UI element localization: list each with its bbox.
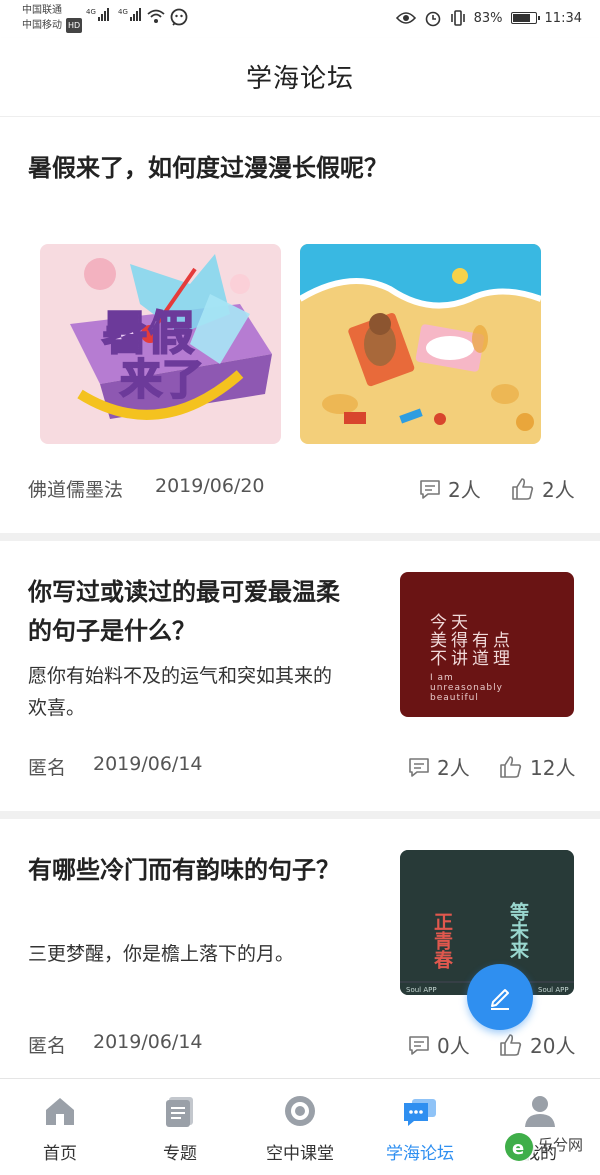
like-count[interactable]: 2人 bbox=[510, 474, 575, 503]
thumb-footer-right: Soul APP bbox=[538, 986, 569, 994]
post-card-3[interactable]: 有哪些冷门而有韵味的句子？ 三更梦醒，你是檐上落下的月。 正青春 等未来 Sou… bbox=[0, 819, 600, 1077]
wifi-icon bbox=[147, 9, 165, 23]
thumb-text-3: 不讲道理 bbox=[430, 649, 514, 669]
signal-1-icon: 4G bbox=[86, 8, 109, 21]
status-right: 83% 11:34 bbox=[395, 9, 582, 27]
thumb-en-2: unreasonably bbox=[430, 683, 503, 693]
thumbs-up-icon bbox=[500, 755, 522, 778]
tab-topics[interactable]: 专题 bbox=[120, 1079, 240, 1175]
thumb-en-1: I am bbox=[430, 673, 454, 683]
carrier-2: 中国移动 bbox=[22, 20, 62, 31]
carrier-1: 中国联通 bbox=[22, 5, 62, 16]
thumb-en-3: beautiful bbox=[430, 693, 479, 703]
post-image-beach[interactable] bbox=[300, 244, 541, 444]
thumb-right-text: 等未来 bbox=[507, 901, 530, 960]
post-image-summer[interactable]: 暑假 来了 bbox=[40, 244, 281, 444]
post-date: 2019/06/14 bbox=[93, 753, 203, 775]
tab-forum[interactable]: 学海论坛 bbox=[360, 1079, 480, 1175]
tab-home[interactable]: 首页 bbox=[0, 1079, 120, 1175]
comment-count[interactable]: 0人 bbox=[407, 1030, 470, 1059]
image-text-a: 暑假 bbox=[102, 306, 194, 360]
svg-text:e: e bbox=[512, 1138, 524, 1159]
post-title-line-1[interactable]: 你写过或读过的最可爱最温柔 bbox=[28, 572, 340, 612]
post-excerpt: 三更梦醒，你是檐上落下的月。 bbox=[28, 943, 295, 965]
thumb-left-text: 正青春 bbox=[431, 912, 453, 970]
comment-count[interactable]: 2人 bbox=[418, 474, 481, 503]
comment-count-label: 2人 bbox=[437, 756, 470, 780]
carrier-info: 中国联通 中国移动 HD bbox=[22, 3, 83, 33]
comment-icon bbox=[409, 757, 429, 777]
comment-count-label: 2人 bbox=[448, 478, 481, 502]
image-text-b: 来了 bbox=[120, 355, 204, 404]
thumb-text-1: 今天 bbox=[430, 613, 472, 633]
thumb-footer-left: Soul APP bbox=[406, 986, 437, 994]
post-author[interactable]: 佛道儒墨法 bbox=[28, 475, 123, 502]
post-excerpt-line-1: 愿你有始料不及的运气和突如其来的 bbox=[28, 665, 333, 687]
like-count-label: 20人 bbox=[530, 1034, 576, 1058]
post-author[interactable]: 匿名 bbox=[28, 753, 66, 780]
thumbs-up-icon bbox=[512, 477, 534, 500]
tab-label: 空中课堂 bbox=[266, 1144, 334, 1164]
disc-icon bbox=[285, 1096, 315, 1126]
clock: 11:34 bbox=[544, 10, 582, 26]
tab-label: 学海论坛 bbox=[386, 1144, 454, 1164]
app-header: 学海论坛 bbox=[0, 38, 600, 117]
comment-icon bbox=[409, 1035, 429, 1055]
site-watermark: e 乐兮网 bbox=[503, 1131, 583, 1163]
like-count-label: 12人 bbox=[530, 756, 576, 780]
post-date: 2019/06/14 bbox=[93, 1031, 203, 1053]
hd-badge: HD bbox=[66, 18, 83, 33]
message-notification-icon bbox=[170, 8, 188, 26]
post-title[interactable]: 暑假来了，如何度过漫漫长假呢？ bbox=[28, 148, 388, 188]
post-thumbnail-quote[interactable]: 今天 美得有点 不讲道理 I am unreasonably beautiful bbox=[400, 572, 574, 717]
tab-air-classroom[interactable]: 空中课堂 bbox=[240, 1079, 360, 1175]
signal-2-icon: 4G bbox=[118, 8, 141, 21]
page-title: 学海论坛 bbox=[245, 64, 354, 94]
user-icon bbox=[525, 1096, 555, 1127]
status-bar: 中国联通 中国移动 HD 4G 4G 83% 11:34 bbox=[0, 0, 600, 38]
vibrate-icon bbox=[450, 10, 465, 26]
network-type-2: 4G bbox=[118, 8, 128, 16]
post-title[interactable]: 有哪些冷门而有韵味的句子？ bbox=[28, 850, 340, 890]
divider bbox=[0, 533, 600, 541]
comment-count[interactable]: 2人 bbox=[407, 752, 470, 781]
home-icon bbox=[46, 1098, 74, 1125]
pencil-icon bbox=[491, 989, 509, 1010]
comment-count-label: 0人 bbox=[437, 1034, 470, 1058]
post-author[interactable]: 匿名 bbox=[28, 1031, 66, 1058]
tab-label: 专题 bbox=[163, 1144, 197, 1164]
thumbs-up-icon bbox=[500, 1033, 522, 1056]
divider bbox=[0, 811, 600, 819]
battery-percent: 83% bbox=[473, 10, 503, 26]
post-card-1[interactable]: 暑假来了，如何度过漫漫长假呢？ 暑假 来了 佛道儒墨法 2019/06/20 2… bbox=[0, 117, 600, 533]
post-date: 2019/06/20 bbox=[155, 475, 265, 497]
battery-icon bbox=[510, 12, 540, 24]
like-count-label: 2人 bbox=[542, 478, 575, 502]
like-count[interactable]: 20人 bbox=[498, 1030, 575, 1059]
tab-label: 首页 bbox=[43, 1144, 77, 1164]
watermark-text: 乐兮网 bbox=[538, 1136, 583, 1154]
compose-post-button[interactable] bbox=[467, 964, 533, 1030]
post-card-2[interactable]: 你写过或读过的最可爱最温柔 的句子是什么？ 愿你有始料不及的运气和突如其来的 欢… bbox=[0, 541, 600, 811]
topics-icon bbox=[166, 1097, 193, 1127]
thumb-text-2: 美得有点 bbox=[430, 631, 514, 651]
like-count[interactable]: 12人 bbox=[498, 752, 575, 781]
post-excerpt-line-2: 欢喜。 bbox=[28, 697, 86, 719]
alarm-icon bbox=[425, 11, 440, 27]
post-title-line-2[interactable]: 的句子是什么？ bbox=[28, 611, 196, 651]
comment-icon bbox=[420, 479, 440, 499]
eye-icon bbox=[395, 12, 416, 24]
network-type-1: 4G bbox=[86, 8, 96, 16]
chat-icon bbox=[404, 1099, 436, 1126]
